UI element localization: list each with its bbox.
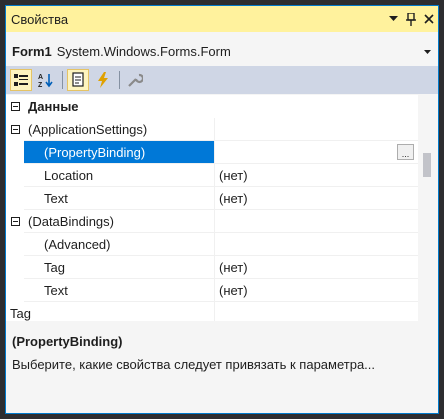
category-row[interactable]: Данные <box>6 95 418 118</box>
property-row[interactable]: Tag (нет) <box>6 256 418 279</box>
toolbar: A Z <box>6 66 438 94</box>
property-row[interactable]: Tag <box>6 302 418 321</box>
toolbar-separator <box>62 71 63 89</box>
property-row[interactable]: Location (нет) <box>6 164 418 187</box>
property-row[interactable]: (PropertyBinding) ... <box>6 141 418 164</box>
object-name: Form1 <box>12 43 52 59</box>
properties-icon[interactable] <box>67 69 89 91</box>
property-pages-icon[interactable] <box>124 69 146 91</box>
property-value[interactable]: (нет) <box>214 279 418 302</box>
properties-window: Свойства Form1 System.Windows.Forms.Form <box>5 5 439 414</box>
property-row[interactable]: Text (нет) <box>6 187 418 210</box>
property-row[interactable]: (ApplicationSettings) <box>6 118 418 141</box>
window-title: Свойства <box>11 11 69 27</box>
chevron-down-icon[interactable] <box>384 6 402 32</box>
property-name: Text <box>24 279 214 302</box>
object-selector[interactable]: Form1 System.Windows.Forms.Form <box>6 40 438 62</box>
vertical-scrollbar[interactable] <box>418 95 438 321</box>
ellipsis-button[interactable]: ... <box>397 144 414 160</box>
property-value[interactable]: (нет) <box>214 187 418 210</box>
property-name: Location <box>24 164 214 187</box>
property-row[interactable]: (DataBindings) <box>6 210 418 233</box>
property-row[interactable]: Text (нет) <box>6 279 418 302</box>
categorized-icon[interactable] <box>10 69 32 91</box>
description-text: Выберите, какие свойства следует привяза… <box>12 357 376 372</box>
row-gutter <box>6 279 24 302</box>
property-name: Text <box>24 187 214 210</box>
alphabetical-icon[interactable]: A Z <box>35 69 57 91</box>
property-value[interactable] <box>214 233 418 256</box>
collapse-icon[interactable] <box>6 95 24 118</box>
property-value[interactable]: (нет) <box>214 164 418 187</box>
collapse-icon[interactable] <box>6 210 24 233</box>
description-pane: (PropertyBinding) Выберите, какие свойст… <box>6 322 438 387</box>
svg-text:Z: Z <box>38 82 43 88</box>
property-value[interactable] <box>214 302 418 321</box>
property-value[interactable] <box>214 210 418 233</box>
scrollbar-thumb[interactable] <box>423 153 431 177</box>
row-gutter <box>6 233 24 256</box>
row-gutter <box>6 141 24 164</box>
property-name: Tag <box>6 302 214 321</box>
row-gutter <box>6 187 24 210</box>
property-value[interactable]: (нет) <box>214 256 418 279</box>
close-icon[interactable] <box>420 6 438 32</box>
property-name: (PropertyBinding) <box>24 141 214 164</box>
property-value[interactable]: ... <box>214 141 418 164</box>
row-gutter <box>6 256 24 279</box>
description-footer <box>6 387 438 409</box>
events-icon[interactable] <box>92 69 114 91</box>
description-title: (PropertyBinding) <box>12 334 123 349</box>
category-label: Данные <box>28 99 79 114</box>
property-name: (DataBindings) <box>24 210 214 233</box>
property-value[interactable] <box>214 118 418 141</box>
chevron-down-icon[interactable] <box>416 46 438 56</box>
title-bar[interactable]: Свойства <box>6 6 438 32</box>
svg-text:A: A <box>38 74 43 81</box>
collapse-icon[interactable] <box>6 118 24 141</box>
row-gutter <box>6 164 24 187</box>
property-row[interactable]: (Advanced) <box>6 233 418 256</box>
object-type: System.Windows.Forms.Form <box>56 43 231 59</box>
property-grid: Данные (ApplicationSettings) (PropertyBi… <box>6 95 418 321</box>
property-name: Tag <box>24 256 214 279</box>
property-name: (Advanced) <box>24 233 214 256</box>
toolbar-separator <box>119 71 120 89</box>
pin-icon[interactable] <box>402 6 420 32</box>
property-name: (ApplicationSettings) <box>24 118 214 141</box>
